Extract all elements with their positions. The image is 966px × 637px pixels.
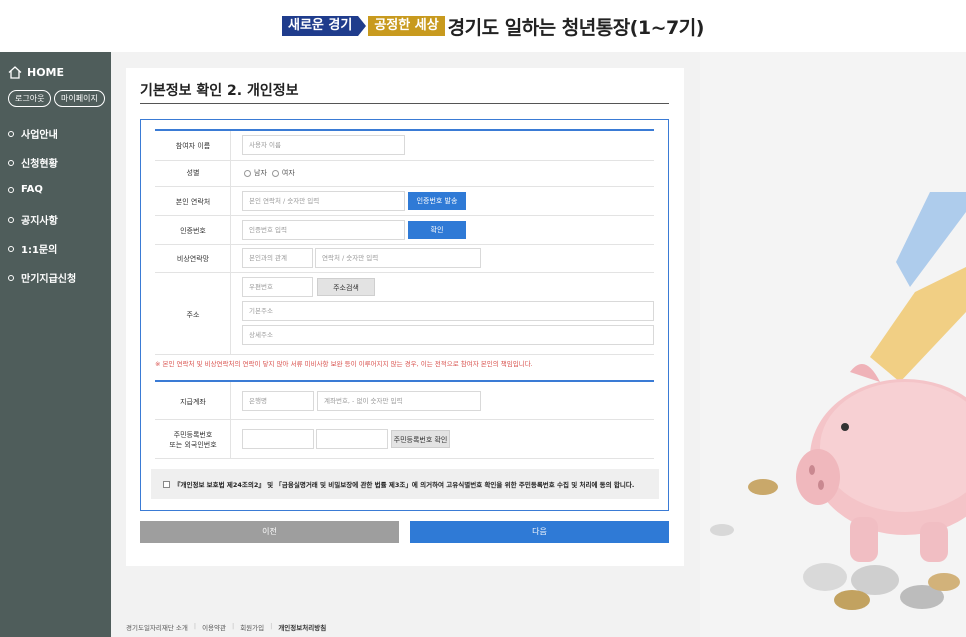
footer-separator: | — [270, 622, 273, 630]
bank-label: 지급계좌 — [180, 398, 206, 406]
phone-input[interactable]: 본인 연락처 / 숫자만 입력 — [242, 191, 405, 211]
phone-label: 본인 연락처 — [175, 198, 211, 206]
relation-input[interactable]: 본인과의 관계 — [242, 248, 313, 268]
footer-link-about[interactable]: 경기도일자리재단 소개 — [126, 622, 188, 632]
sidebar-item-label: 사업안내 — [21, 130, 58, 141]
bullet-icon — [8, 245, 14, 252]
row-divider — [155, 354, 654, 355]
name-input[interactable]: 사용자 이름 — [242, 135, 405, 155]
rrn-label-line1: 주민등록번호 — [173, 431, 213, 439]
mypage-button[interactable]: 마이페이지 — [54, 90, 105, 107]
content-card: 기본정보 확인 2. 개인정보 참여자 이름 사용자 이름 성별 남자 여자 본… — [126, 68, 684, 566]
prev-button[interactable]: 이전 — [140, 521, 399, 543]
row-divider — [155, 458, 654, 459]
logout-button[interactable]: 로그아웃 — [8, 90, 52, 107]
row-divider — [155, 244, 654, 245]
site-title: 경기도 일하는 청년통장(1~7기) — [447, 16, 705, 39]
zip-input[interactable]: 우편번호 — [242, 277, 313, 297]
footer-separator: | — [193, 622, 197, 630]
next-button[interactable]: 다음 — [410, 521, 669, 543]
gender-male-label: 남자 — [254, 169, 267, 177]
slogan-badge-2: 공정한 세상 — [368, 16, 445, 36]
bank-name-input[interactable]: 은행명 — [242, 391, 314, 411]
rrn-check-button[interactable]: 주민등록번호 확인 — [391, 430, 450, 448]
emergency-label: 비상연락망 — [176, 255, 210, 263]
contact-responsibility-notice: ※ 본인 연락처 및 비상연락처의 연락이 닿지 않아 서류 미비사항 보완 등… — [155, 360, 533, 368]
address-label: 주소 — [186, 311, 200, 319]
sidebar-item-label: FAQ — [21, 184, 43, 195]
address1-input[interactable]: 기본주소 — [242, 301, 654, 321]
slogan-badge-1: 새로운 경기 — [282, 16, 359, 36]
footer-link-terms[interactable]: 이용약관 — [202, 622, 226, 632]
gender-radio-group: 남자 여자 — [244, 168, 295, 178]
footer-link-privacy[interactable]: 개인정보처리방침 — [278, 622, 326, 632]
sidebar-item-notices[interactable]: 공지사항 — [8, 212, 58, 227]
rrn-front-input[interactable] — [242, 429, 314, 449]
sidebar-item-maturity-payment[interactable]: 만기지급신청 — [8, 270, 76, 285]
home-icon — [8, 66, 22, 79]
title-divider — [140, 103, 669, 104]
row-divider — [155, 419, 654, 420]
sidebar-item-inquiry[interactable]: 1:1문의 — [8, 241, 57, 256]
gender-female-label: 여자 — [281, 169, 295, 177]
code-input[interactable]: 인증번호 입력 — [242, 220, 405, 240]
code-label: 인증번호 — [180, 227, 206, 235]
home-link[interactable]: HOME — [8, 66, 64, 79]
page-header: 새로운 경기 공정한 세상 경기도 일하는 청년통장(1~7기) — [0, 0, 966, 52]
name-label: 참여자 이름 — [175, 142, 211, 150]
consent-box: 『개인정보 보호법 제24조의2』 및 「금융실명거래 및 비밀보장에 관한 법… — [151, 469, 659, 499]
piggy-bank-illustration — [700, 52, 966, 637]
account-number-input[interactable]: 계좌번호, - 없이 숫자만 입력 — [317, 391, 481, 411]
bullet-icon — [8, 274, 14, 281]
confirm-code-button[interactable]: 확인 — [408, 221, 466, 239]
gender-female-radio[interactable] — [271, 169, 279, 177]
emergency-phone-input[interactable]: 연락처 / 숫자만 입력 — [315, 248, 481, 268]
sidebar-item-label: 1:1문의 — [21, 245, 58, 256]
bullet-icon — [8, 186, 14, 193]
rrn-label-line2: 또는 외국인번호 — [169, 441, 217, 449]
slogan-arrow — [358, 16, 367, 36]
row-divider — [155, 186, 654, 187]
page-title: 기본정보 확인 2. 개인정보 — [140, 83, 299, 99]
row-divider — [155, 215, 654, 216]
footer-separator: | — [232, 622, 235, 630]
sidebar: HOME 로그아웃 마이페이지 사업안내 신청현황 FAQ 공지사항 1:1문의… — [0, 52, 111, 637]
bullet-icon — [8, 130, 14, 137]
address-search-button[interactable]: 주소검색 — [317, 278, 375, 296]
sidebar-item-label: 만기지급신청 — [21, 274, 77, 285]
home-label: HOME — [27, 66, 65, 79]
personal-info-form: 참여자 이름 사용자 이름 성별 남자 여자 본인 연락처 본인 연락처 / 숫… — [140, 119, 669, 511]
label-column-divider — [230, 131, 231, 355]
sidebar-item-faq[interactable]: FAQ — [8, 184, 43, 195]
address2-input[interactable]: 상세주소 — [242, 325, 654, 345]
consent-checkbox[interactable] — [163, 480, 170, 488]
sidebar-item-label: 신청현황 — [21, 159, 58, 170]
bullet-icon — [8, 159, 14, 166]
rrn-back-input[interactable] — [316, 429, 388, 449]
header-title-group: 새로운 경기 공정한 세상 경기도 일하는 청년통장(1~7기) — [282, 14, 705, 39]
gender-male-radio[interactable] — [244, 169, 251, 177]
gender-label: 성별 — [186, 169, 200, 177]
sidebar-item-label: 공지사항 — [21, 216, 58, 227]
sidebar-item-business-info[interactable]: 사업안내 — [8, 126, 58, 141]
row-divider — [155, 272, 654, 273]
send-code-button[interactable]: 인증번호 발송 — [408, 192, 466, 210]
row-divider — [155, 160, 654, 161]
sidebar-item-application-status[interactable]: 신청현황 — [8, 155, 58, 170]
footer-link-signup[interactable]: 회원가입 — [240, 622, 264, 632]
footer-links: 경기도일자리재단 소개 | 이용약관 | 회원가입 | 개인정보처리방침 — [126, 622, 332, 632]
consent-text: 『개인정보 보호법 제24조의2』 및 「금융실명거래 및 비밀보장에 관한 법… — [174, 481, 635, 489]
bullet-icon — [8, 216, 14, 223]
